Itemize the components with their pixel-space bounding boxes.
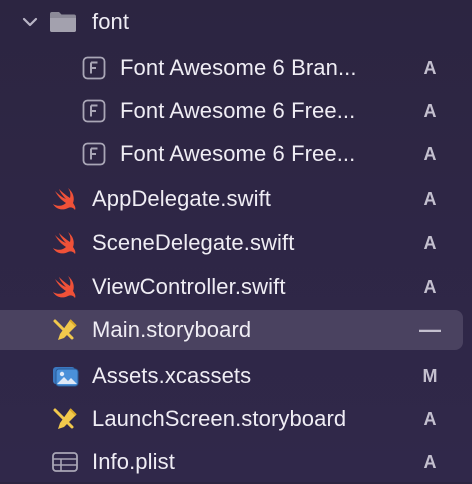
folder-row-font[interactable]: font [0, 0, 472, 44]
file-label: SceneDelegate.swift [92, 230, 295, 255]
asset-catalog-icon [53, 367, 79, 387]
file-row[interactable]: LaunchScreen.storyboard A [0, 397, 472, 441]
font-file-icon [82, 142, 106, 166]
plist-icon [52, 452, 78, 472]
storyboard-icon [53, 319, 77, 340]
file-label: Main.storyboard [92, 317, 252, 342]
file-row[interactable]: ViewController.swift A [0, 265, 472, 309]
file-label: Assets.xcassets [92, 363, 252, 388]
file-row[interactable]: Assets.xcassets M [0, 354, 472, 398]
file-label: Font Awesome 6 Free... [120, 98, 356, 123]
swift-icon [53, 276, 76, 298]
file-label: LaunchScreen.storyboard [92, 406, 347, 431]
font-file-icon [82, 56, 106, 80]
project-navigator: font Font Awesome 6 Bran... A Font Aweso… [0, 0, 472, 482]
file-label: ViewController.swift [92, 274, 286, 299]
chevron-down-icon[interactable] [20, 12, 40, 32]
file-row-selected[interactable]: Main.storyboard — [0, 308, 472, 352]
file-label: Info.plist [92, 449, 175, 474]
file-row[interactable]: Info.plist A [0, 440, 472, 484]
source-control-status: M [422, 366, 438, 386]
source-control-status: A [423, 277, 437, 297]
swift-icon [53, 232, 76, 254]
source-control-status: A [423, 452, 437, 472]
folder-label: font [92, 9, 130, 34]
file-row[interactable]: AppDelegate.swift A [0, 177, 472, 221]
file-label: AppDelegate.swift [92, 186, 272, 211]
source-control-status: — [419, 317, 441, 342]
source-control-status: A [423, 144, 437, 164]
swift-icon [53, 188, 76, 210]
source-control-status: A [423, 409, 437, 429]
source-control-status: A [423, 58, 437, 78]
source-control-status: A [423, 233, 437, 253]
file-row[interactable]: Font Awesome 6 Bran... A [0, 46, 472, 90]
file-row[interactable]: Font Awesome 6 Free... A [0, 89, 472, 133]
source-control-status: A [423, 189, 437, 209]
file-label: Font Awesome 6 Bran... [120, 55, 357, 80]
file-row[interactable]: SceneDelegate.swift A [0, 221, 472, 265]
storyboard-icon [53, 408, 77, 429]
file-label: Font Awesome 6 Free... [120, 141, 356, 166]
font-file-icon [82, 99, 106, 123]
file-row[interactable]: Font Awesome 6 Free... A [0, 132, 472, 176]
folder-icon [50, 12, 76, 32]
source-control-status: A [423, 101, 437, 121]
